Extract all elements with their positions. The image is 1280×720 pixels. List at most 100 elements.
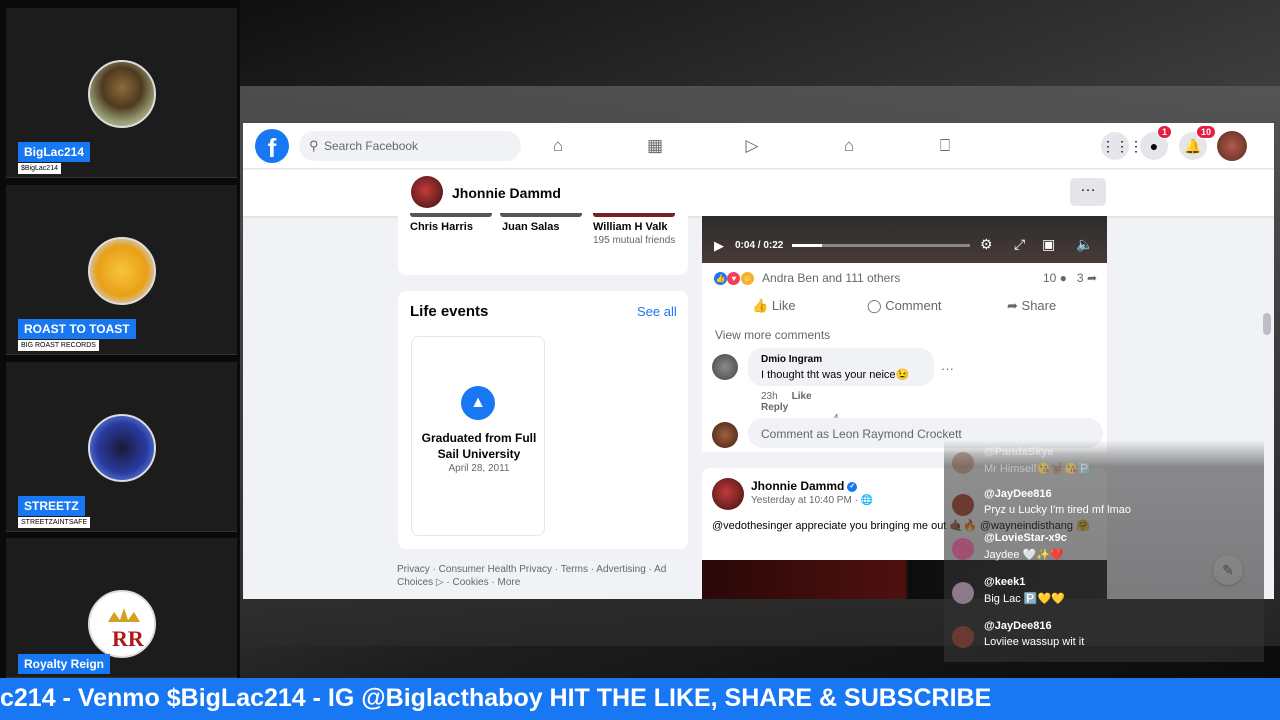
friend-photo[interactable] xyxy=(593,213,675,217)
comment-button[interactable]: ◯ Comment xyxy=(867,298,942,314)
participant-handle: BIG ROAST RECORDS xyxy=(18,340,99,351)
friend-photo[interactable] xyxy=(410,213,492,217)
see-all-link[interactable]: See all xyxy=(637,304,677,319)
video-post: ▶ 0:04 / 0:22 ⚙ ⤢ ▣ 🔈 👍 ♥ ☺ Andra Ben an… xyxy=(702,216,1107,452)
mutual-friends: 195 mutual friends xyxy=(593,235,676,246)
participant-name: Royalty Reign xyxy=(18,654,111,674)
participant-name: ROAST TO TOAST xyxy=(18,319,136,339)
chat-username: @LovieStar-x9c xyxy=(984,532,1067,544)
picture-in-picture-icon[interactable]: ▣ xyxy=(1042,236,1055,253)
scrolling-ticker-banner: c214 - Venmo $BigLac214 - IG @Biglacthab… xyxy=(0,678,1280,720)
profile-avatar[interactable] xyxy=(411,176,443,208)
fullscreen-icon[interactable]: ⤢ xyxy=(1014,236,1025,253)
chat-avatar xyxy=(952,452,974,474)
profile-sticky-bar: Jhonnie Dammd ··· xyxy=(243,170,1274,216)
ticker-text: c214 - Venmo $BigLac214 - IG @Biglacthab… xyxy=(0,684,992,712)
notifications-badge: 10 xyxy=(1196,125,1217,139)
reactions-text: Andra Ben and 111 others xyxy=(762,271,901,285)
comment-bubble: Dmio Ingram I thought tht was your neice… xyxy=(748,348,934,386)
friends-card: Chris Harris Juan Salas William H Valk 19… xyxy=(398,213,688,275)
search-icon: ⚲ xyxy=(309,138,319,153)
volume-icon[interactable]: 🔈 xyxy=(1076,236,1093,253)
participant-handle: STREETZAINTSAFE xyxy=(18,517,91,528)
participant-tile-1[interactable]: BigLac214 $BigLac214 xyxy=(6,8,237,178)
comment-options-icon[interactable]: ··· xyxy=(941,361,954,376)
video-player[interactable]: ▶ 0:04 / 0:22 ⚙ ⤢ ▣ 🔈 xyxy=(702,216,1107,263)
messenger-badge: 1 xyxy=(1157,125,1173,139)
participant-tile-3[interactable]: STREETZ STREETZAINTSAFE xyxy=(6,362,237,532)
comment-text: I thought tht was your neice😉 xyxy=(761,369,910,381)
footer-links[interactable]: Privacy · Consumer Health Privacy · Term… xyxy=(397,563,687,589)
friend-name[interactable]: Juan Salas xyxy=(502,221,559,233)
engagement-counts[interactable]: 10 ● 3 ➦ xyxy=(1043,271,1097,285)
chat-text: Pryz u Lucky I'm tired mf lmao xyxy=(984,504,1131,516)
like-reaction-icon: 👍 xyxy=(714,272,727,286)
post-timestamp[interactable]: Yesterday at 10:40 PM · 🌐 xyxy=(751,495,873,506)
chat-text: Jaydee 🤍✨❤️ xyxy=(984,549,1064,561)
participant-avatar xyxy=(88,60,156,128)
comment-author[interactable]: Dmio Ingram xyxy=(761,354,822,365)
view-more-comments-link[interactable]: View more comments xyxy=(715,328,830,342)
search-placeholder: Search Facebook xyxy=(324,139,419,153)
chat-text: Loviiee wassup wit it xyxy=(984,636,1085,648)
play-icon[interactable]: ▶ xyxy=(714,238,724,254)
participant-tile-2[interactable]: ROAST TO TOAST BIG ROAST RECORDS xyxy=(6,185,237,355)
post-actions: 👍 Like ◯ Comment ➦ Share xyxy=(702,290,1107,322)
friend-photo[interactable] xyxy=(500,213,582,217)
life-events-title: Life events xyxy=(410,303,489,320)
facebook-logo[interactable]: f xyxy=(255,129,289,163)
profile-name[interactable]: Jhonnie Dammd xyxy=(452,185,561,201)
svg-text:RR: RR xyxy=(112,626,145,651)
settings-gear-icon[interactable]: ⚙ xyxy=(980,236,993,253)
viewer-avatar xyxy=(712,422,738,448)
watch-icon[interactable]: ▷ xyxy=(740,136,764,156)
life-event-item[interactable]: ▲ Graduated from Full Sail University Ap… xyxy=(411,336,545,536)
video-progress-bar[interactable] xyxy=(792,244,970,247)
chat-avatar xyxy=(952,582,974,604)
life-event-title: Graduated from Full Sail University xyxy=(421,431,537,461)
friend-name[interactable]: Chris Harris xyxy=(410,221,473,233)
home-icon[interactable]: ⌂ xyxy=(546,136,570,156)
comments-count: 10 xyxy=(1042,271,1057,285)
like-button[interactable]: 👍 Like xyxy=(752,298,796,314)
page-scrollbar[interactable] xyxy=(1263,313,1271,335)
search-input[interactable]: ⚲ Search Facebook xyxy=(299,131,521,161)
participant-tile-4[interactable]: RR Royalty Reign xyxy=(6,538,237,678)
chat-username: @PandaSkye xyxy=(984,446,1054,458)
life-event-date: April 28, 2011 xyxy=(448,463,510,474)
haha-reaction-icon: ☺ xyxy=(740,272,754,286)
crown-logo-icon: RR xyxy=(108,608,145,651)
thumbs-up-icon: 👍 xyxy=(752,298,769,313)
post-author[interactable]: Jhonnie Dammd ✓ xyxy=(751,479,858,493)
chat-text: Big Lac 🅿️💛💛 xyxy=(984,593,1065,605)
share-arrow-icon: ➦ xyxy=(1007,298,1018,313)
love-reaction-icon: ♥ xyxy=(727,272,741,286)
more-options-button[interactable]: ··· xyxy=(1070,178,1106,206)
comment-bubble-icon: ◯ xyxy=(867,298,882,313)
facebook-top-nav: f ⚲ Search Facebook ⌂ ▦ ▷ ⌂ ⎕ ⋮⋮⋮ ● 1 🔔 … xyxy=(243,123,1274,169)
share-button[interactable]: ➦ Share xyxy=(1007,298,1056,314)
chat-avatar xyxy=(952,626,974,648)
chat-username: @JayDee816 xyxy=(984,620,1052,632)
comment-reply-link[interactable]: Reply xyxy=(761,402,788,413)
chat-username: @keek1 xyxy=(984,576,1026,588)
participant-avatar: RR xyxy=(88,590,156,658)
video-time: 0:04 / 0:22 xyxy=(735,240,784,251)
comment-time: 23h xyxy=(761,391,778,402)
friend-name[interactable]: William H Valk 195 mutual friends xyxy=(593,221,675,246)
comment-count-icon: ● xyxy=(1059,271,1067,285)
menu-grid-icon[interactable]: ⋮⋮⋮ xyxy=(1101,132,1143,160)
account-avatar[interactable] xyxy=(1217,131,1247,161)
participant-avatar xyxy=(88,414,156,482)
reactions-summary[interactable]: 👍 ♥ ☺ Andra Ben and 111 others xyxy=(714,271,901,286)
verified-badge-icon: ✓ xyxy=(847,481,858,492)
pages-icon[interactable]: ▦ xyxy=(643,136,667,156)
post-author-avatar[interactable] xyxy=(712,478,744,510)
gaming-icon[interactable]: ⎕ xyxy=(933,136,957,156)
chat-username: @JayDee816 xyxy=(984,488,1052,500)
comment-like-link[interactable]: Like xyxy=(792,391,812,402)
comment-input-placeholder: Comment as Leon Raymond Crockett xyxy=(761,427,962,441)
commenter-avatar[interactable] xyxy=(712,354,738,380)
life-events-card: Life events See all ▲ Graduated from Ful… xyxy=(398,291,688,549)
marketplace-icon[interactable]: ⌂ xyxy=(837,136,861,156)
